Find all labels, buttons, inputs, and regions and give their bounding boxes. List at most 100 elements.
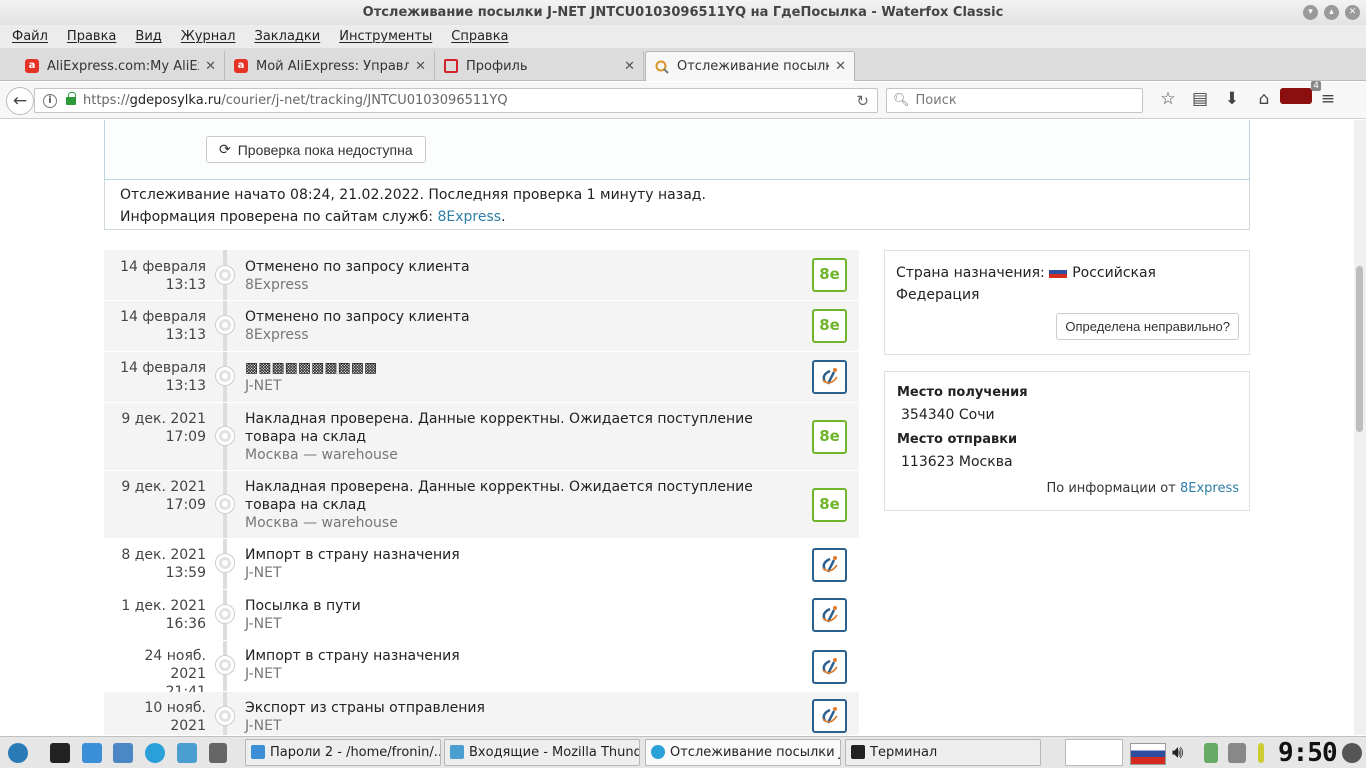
download-icon[interactable]: ⬇ — [1216, 89, 1248, 109]
event-row: 10 нояб. 2021 Экспорт из страны отправлен… — [104, 692, 859, 735]
event-title: Импорт в страну назначения — [245, 547, 460, 563]
timeline-dot — [216, 266, 234, 284]
search-input[interactable]: 🔍︎ Поиск — [886, 88, 1143, 113]
timeline-dot — [216, 495, 234, 513]
close-window-button[interactable]: ✕ — [1345, 5, 1360, 20]
star-bookmark-icon[interactable]: ☆ — [1152, 89, 1184, 109]
close-tab-icon[interactable]: ✕ — [624, 59, 635, 74]
event-title: Накладная проверена. Данные корректны. О… — [245, 411, 753, 445]
ublock-icon[interactable]: 4 — [1280, 81, 1321, 109]
tab-label: Мой AliExpress: Управля — [256, 58, 410, 74]
tab-profile[interactable]: Профиль ✕ — [435, 51, 644, 81]
battery-icon[interactable] — [1204, 743, 1218, 763]
navigation-bar: ← i https://gdeposylka.ru/courier/j-net/… — [0, 81, 1366, 119]
timeline-dot — [216, 605, 234, 623]
timeline-dot — [216, 367, 234, 385]
page-scrollbar[interactable] — [1354, 120, 1366, 735]
task-passwords[interactable]: Пароли 2 - /home/fronin/... — [245, 739, 441, 766]
event-row: 9 дек. 2021 17:09 Накладная проверена. Да… — [104, 471, 859, 538]
editor-icon[interactable] — [82, 743, 102, 763]
page-viewport: ⟳ Проверка пока недоступна Отслеживание … — [0, 120, 1354, 735]
8express-logo-icon: 8e — [812, 258, 847, 292]
menu-file[interactable]: Файл — [12, 29, 48, 44]
tab-label: AliExpress.com:My AliExp — [47, 58, 200, 74]
search-icon: 🔍︎ — [893, 93, 910, 108]
check-unavailable-button[interactable]: ⟳ Проверка пока недоступна — [206, 136, 426, 163]
timeline-dot — [216, 554, 234, 572]
url-text[interactable]: https://gdeposylka.ru/courier/j-net/trac… — [83, 93, 508, 108]
jnet-logo-icon — [812, 548, 847, 582]
event-source: J-NET — [245, 378, 282, 394]
info-source: По информации от 8Express — [1046, 481, 1240, 496]
cart-icon — [443, 58, 459, 74]
receive-label: Место получения — [897, 385, 1028, 400]
menu-bookmarks[interactable]: Закладки — [255, 29, 321, 44]
aliexpress-icon: a — [24, 58, 40, 74]
power-icon[interactable] — [1342, 743, 1362, 763]
reload-icon[interactable]: ↻ — [856, 92, 869, 110]
back-arrow-icon[interactable]: ← — [6, 87, 34, 115]
close-tab-icon[interactable]: ✕ — [415, 59, 426, 74]
maximize-button[interactable]: ▴ — [1324, 5, 1339, 20]
8express-logo-icon: 8e — [812, 309, 847, 343]
mail-icon[interactable] — [177, 743, 197, 763]
desktop-icon[interactable] — [50, 743, 70, 763]
jnet-logo-icon — [812, 360, 847, 394]
close-tab-icon[interactable]: ✕ — [205, 59, 216, 74]
tracking-started-text: Отслеживание начато 08:24, 21.02.2022. П… — [120, 187, 706, 203]
event-row: 9 дек. 2021 17:09 Накладная проверена. Да… — [104, 403, 859, 470]
service-link-8express[interactable]: 8Express — [1180, 481, 1239, 496]
send-value: 113623 Москва — [901, 454, 1013, 470]
url-bar[interactable]: i https://gdeposylka.ru/courier/j-net/tr… — [34, 88, 878, 113]
tab-label: Профиль — [466, 58, 528, 74]
event-row: 8 дек. 2021 13:59 Импорт в страну назначе… — [104, 539, 859, 589]
event-source: J-NET — [245, 718, 282, 734]
window-title: Отслеживание посылки J-NET JNTCU01030965… — [362, 5, 1004, 20]
service-link-8express[interactable]: 8Express — [437, 209, 501, 225]
reading-list-icon[interactable]: ▤ — [1184, 89, 1216, 109]
minimize-button[interactable]: ▾ — [1303, 5, 1318, 20]
event-source: Москва — warehouse — [245, 515, 398, 531]
cpu-graph — [1065, 739, 1123, 766]
tab-tracking[interactable]: Отслеживание посылки ✕ — [645, 51, 855, 81]
folder-icon[interactable] — [113, 743, 133, 763]
aliexpress-icon: a — [233, 58, 249, 74]
event-source: 8Express — [245, 277, 309, 293]
start-menu-icon[interactable] — [8, 743, 28, 763]
waterfox-icon[interactable] — [145, 743, 165, 763]
tab-aliexpress-2[interactable]: a Мой AliExpress: Управля ✕ — [225, 51, 435, 81]
menu-bar: Файл Правка Вид Журнал Закладки Инструме… — [0, 25, 1366, 48]
menu-help[interactable]: Справка — [451, 29, 508, 44]
event-title: Посылка в пути — [245, 598, 361, 614]
event-source: 8Express — [245, 327, 309, 343]
menu-history[interactable]: Журнал — [181, 29, 236, 44]
task-terminal[interactable]: Терминал — [845, 739, 1041, 766]
event-title: Импорт в страну назначения — [245, 648, 460, 664]
keyboard-layout-flag-icon[interactable] — [1130, 743, 1166, 765]
receive-value: 354340 Сочи — [901, 407, 995, 423]
indicator-icon — [1258, 743, 1264, 763]
network-signal-icon[interactable] — [1228, 743, 1246, 763]
home-icon[interactable]: ⌂ — [1248, 89, 1280, 109]
tab-aliexpress-1[interactable]: a AliExpress.com:My AliExp ✕ — [16, 51, 225, 81]
hamburger-menu-icon[interactable]: ≡ — [1312, 89, 1344, 109]
country-text: Страна назначения: Российская Федерация — [896, 265, 1156, 303]
wrong-country-button[interactable]: Определена неправильно? — [1056, 313, 1239, 340]
lock-screen-icon[interactable] — [209, 743, 227, 763]
menu-edit[interactable]: Правка — [67, 29, 116, 44]
timeline-dot — [216, 656, 234, 674]
event-source: Москва — warehouse — [245, 447, 398, 463]
tracking-events: 14 февраля 13:13 Отменено по запросу клие… — [104, 250, 859, 735]
info-icon[interactable]: i — [43, 93, 57, 108]
taskbar: Пароли 2 - /home/fronin/... Входящие - M… — [0, 736, 1366, 768]
menu-tools[interactable]: Инструменты — [339, 29, 432, 44]
window-titlebar: Отслеживание посылки J-NET JNTCU01030965… — [0, 0, 1366, 25]
task-waterfox[interactable]: Отслеживание посылки J... — [645, 739, 841, 766]
scrollbar-thumb[interactable] — [1356, 266, 1363, 432]
event-title: ▩▩▩▩▩▩▩▩▩▩ — [245, 360, 378, 376]
volume-icon[interactable]: 🔊︎ — [1172, 743, 1192, 763]
task-thunderbird[interactable]: Входящие - Mozilla Thund... — [444, 739, 640, 766]
close-tab-icon[interactable]: ✕ — [835, 59, 846, 74]
menu-view[interactable]: Вид — [135, 29, 161, 44]
tracking-info: Отслеживание начато 08:24, 21.02.2022. П… — [104, 180, 1250, 230]
